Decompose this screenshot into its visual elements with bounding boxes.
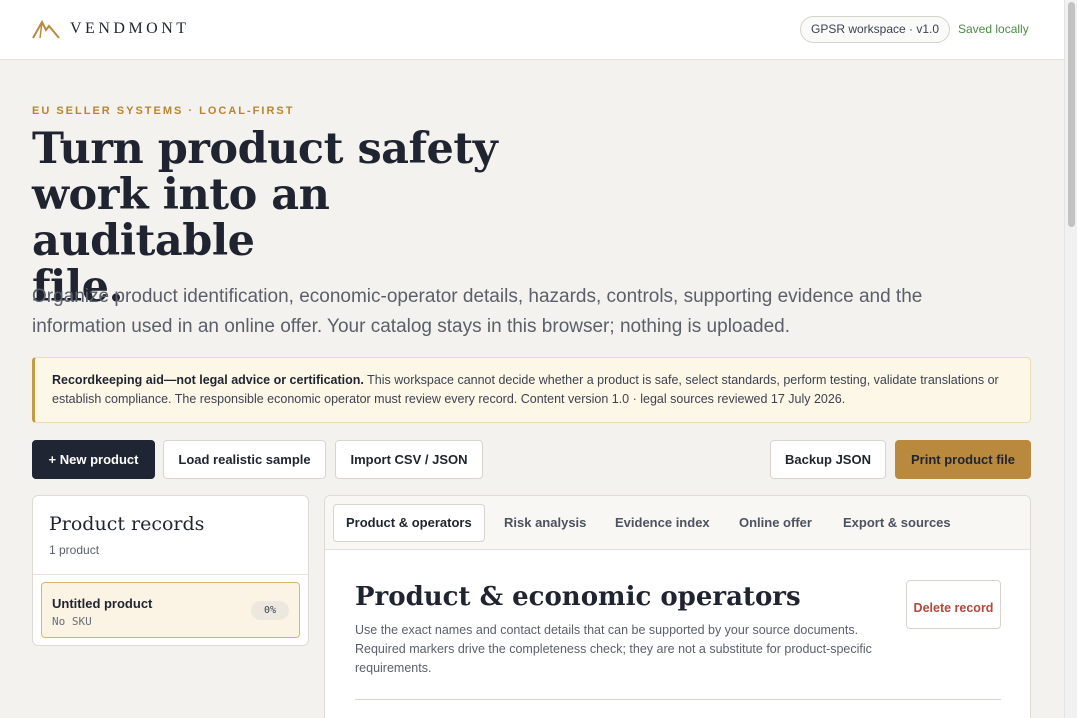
divider	[33, 574, 308, 575]
tab-risk-analysis[interactable]: Risk analysis	[504, 504, 586, 542]
hero-title-line: work into an auditable	[32, 170, 330, 266]
record-editor-panel: Product & operators Risk analysis Eviden…	[324, 495, 1031, 718]
section-title: Product & economic operators	[355, 582, 801, 612]
hero-subtitle: Organize product identification, economi…	[32, 286, 923, 337]
record-name: Untitled product	[52, 596, 153, 611]
hero-eyebrow: EU SELLER SYSTEMS · LOCAL-FIRST	[32, 105, 295, 117]
save-status: Saved locally	[958, 22, 1029, 36]
section-description: Use the exact names and contact details …	[355, 623, 872, 675]
tab-product-operators[interactable]: Product & operators	[333, 504, 485, 542]
print-product-file-button[interactable]: Print product file	[895, 440, 1031, 479]
brand-name: VENDMONT	[70, 20, 190, 37]
page-scrollbar[interactable]	[1064, 0, 1077, 718]
load-sample-button[interactable]: Load realistic sample	[163, 440, 326, 479]
import-button[interactable]: Import CSV / JSON	[335, 440, 483, 479]
delete-record-button[interactable]: Delete record	[906, 580, 1001, 629]
divider	[355, 699, 1001, 700]
backup-json-button[interactable]: Backup JSON	[770, 440, 886, 479]
tab-evidence-index[interactable]: Evidence index	[615, 504, 710, 542]
scrollbar-thumb[interactable]	[1068, 2, 1075, 227]
mountain-logo-icon	[32, 19, 60, 39]
completeness-badge: 0%	[251, 601, 289, 620]
top-bar: VENDMONT GPSR workspace · v1.0 Saved loc…	[0, 0, 1064, 60]
record-sku: No SKU	[52, 615, 92, 628]
editor-tabs: Product & operators Risk analysis Eviden…	[325, 496, 1030, 550]
legal-notice: Recordkeeping aid—not legal advice or ce…	[32, 357, 1031, 423]
notice-heading: Recordkeeping aid—not legal advice or ce…	[52, 373, 364, 387]
hero-title-line: Turn product safety	[32, 124, 498, 174]
tab-online-offer[interactable]: Online offer	[739, 504, 812, 542]
tab-export-sources[interactable]: Export & sources	[843, 504, 951, 542]
workspace-version-badge: GPSR workspace · v1.0	[800, 16, 951, 43]
brand-logo[interactable]: VENDMONT	[32, 18, 190, 40]
records-count: 1 product	[49, 543, 100, 557]
record-list-item[interactable]: Untitled product No SKU 0%	[41, 582, 300, 638]
records-title: Product records	[49, 513, 205, 535]
product-records-panel: Product records 1 product Untitled produ…	[32, 495, 309, 646]
new-product-button[interactable]: + New product	[32, 440, 155, 479]
